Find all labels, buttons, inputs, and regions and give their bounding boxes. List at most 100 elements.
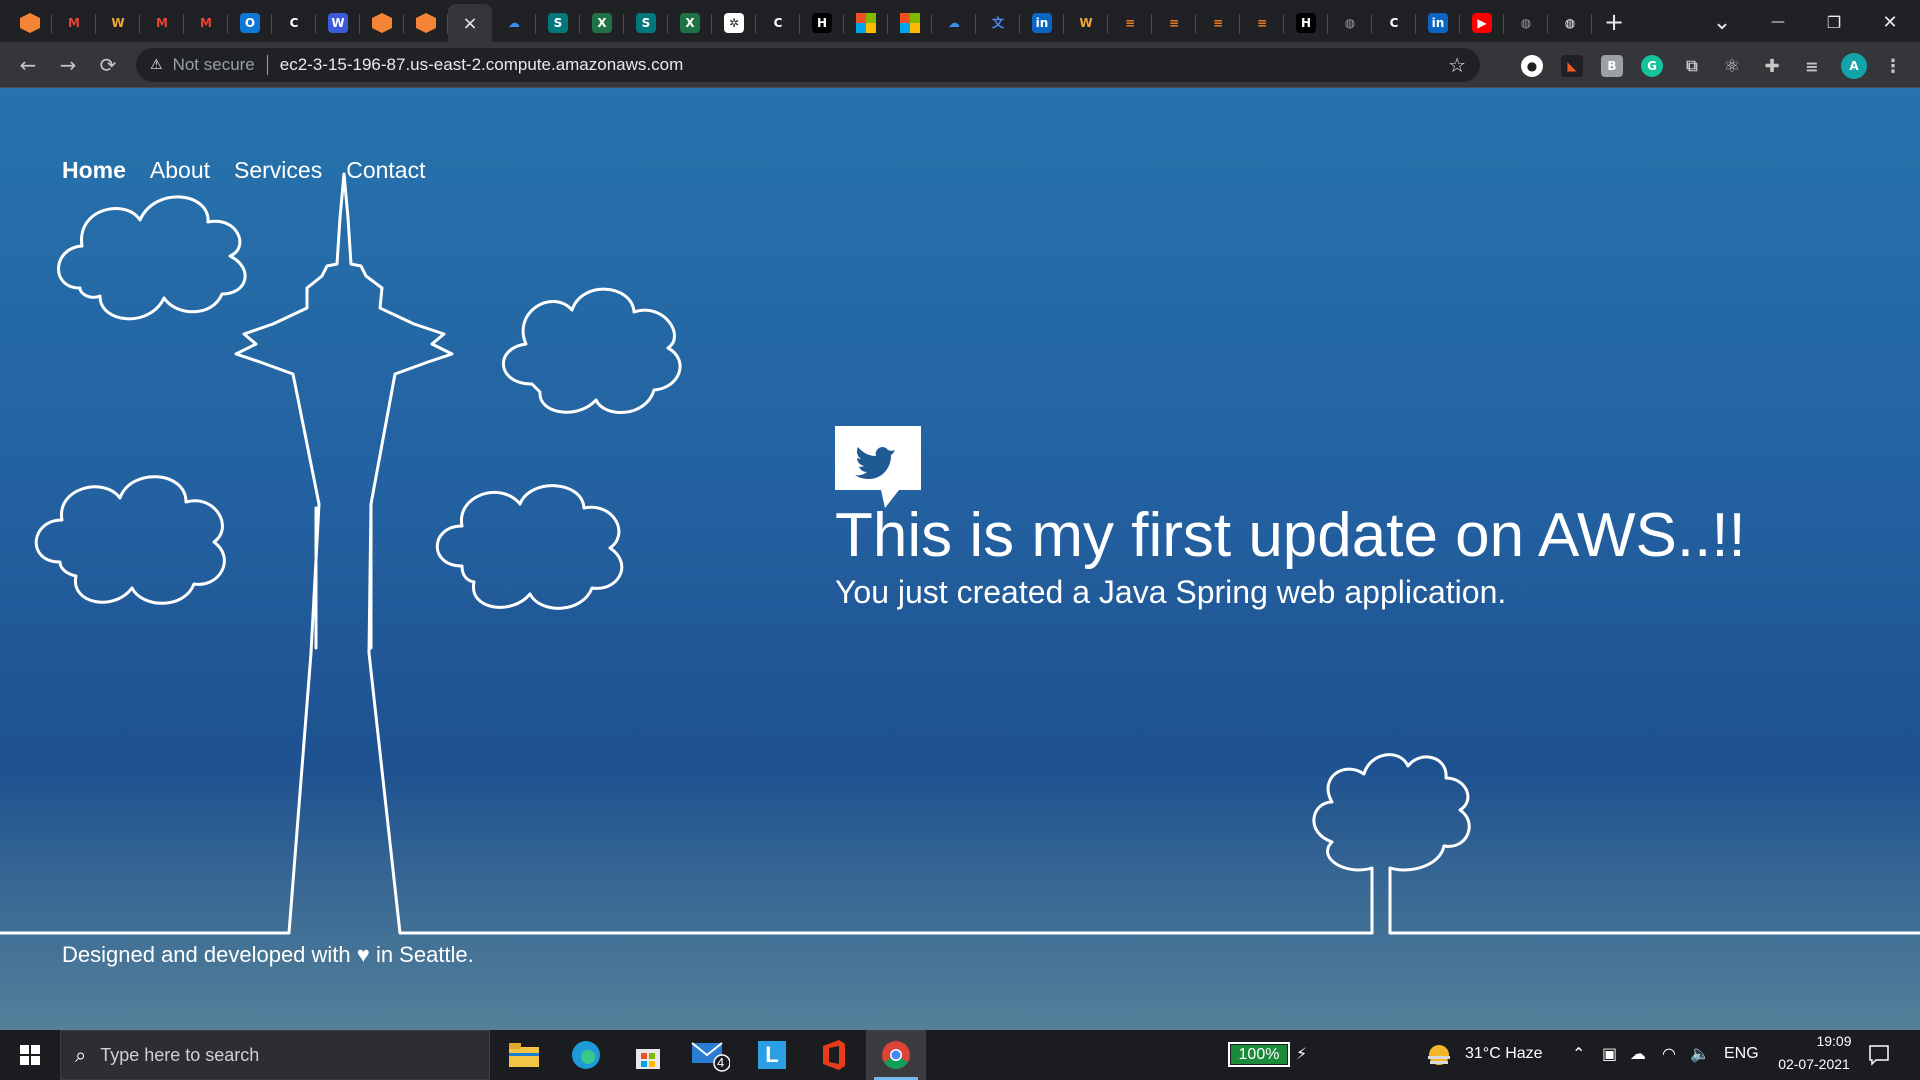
browser-tab[interactable]: ≡ [1240, 4, 1284, 42]
browser-tab[interactable]: ≡ [1152, 4, 1196, 42]
extension-pdf-icon[interactable]: ◣ [1561, 55, 1583, 77]
nav-about[interactable]: About [150, 157, 210, 184]
stackoverflow-icon: ≡ [1208, 13, 1228, 33]
mail-badge: 4 [717, 1055, 725, 1070]
clock-date[interactable]: 02-07-2021 [1770, 1056, 1858, 1072]
browser-tab[interactable]: M [184, 4, 228, 42]
volume-icon[interactable]: 🔈 [1690, 1044, 1710, 1063]
twitter-speech-bubble-icon[interactable] [835, 426, 921, 510]
nav-home[interactable]: Home [62, 157, 126, 184]
nav-services[interactable]: Services [234, 157, 322, 184]
c-icon: C [1384, 13, 1404, 33]
battery-indicator[interactable]: 100% [1228, 1042, 1290, 1067]
browser-tab[interactable]: ✲ [712, 4, 756, 42]
footer-credit: Designed and developed with ♥ in Seattle… [62, 942, 474, 967]
grammarly-icon[interactable]: G [1641, 55, 1663, 77]
onedrive-tray-icon[interactable]: ☁ [1630, 1044, 1646, 1063]
browser-tab[interactable]: C [756, 4, 800, 42]
browser-tab[interactable]: ◍ [1328, 4, 1372, 42]
media-control-icon[interactable]: ≡ [1801, 55, 1823, 77]
mail-app[interactable]: 4 [680, 1030, 740, 1080]
browser-tab[interactable]: ☁ [932, 4, 976, 42]
device-icon[interactable]: ▣ [1602, 1044, 1617, 1063]
browser-tab[interactable]: O [228, 4, 272, 42]
forward-button[interactable]: → [52, 49, 84, 81]
weather-text[interactable]: 31°C Haze [1465, 1045, 1543, 1063]
edge-app[interactable] [556, 1030, 616, 1080]
office-app[interactable] [804, 1030, 864, 1080]
browser-tab[interactable]: H [800, 4, 844, 42]
reload-button[interactable]: ⟳ [92, 49, 124, 81]
sharepoint-icon: S [548, 13, 568, 33]
tray-chevron-up-icon[interactable]: ⌃ [1572, 1044, 1585, 1063]
browser-tab[interactable]: ≡ [1196, 4, 1240, 42]
browser-tab[interactable]: C [272, 4, 316, 42]
profile-avatar[interactable]: A [1841, 53, 1867, 79]
globe-icon: ◍ [1340, 13, 1360, 33]
browser-tab[interactable]: S [536, 4, 580, 42]
security-label[interactable]: Not secure [173, 55, 255, 75]
browser-tab[interactable]: X [580, 4, 624, 42]
taskbar-search-box[interactable]: ⌕ Type here to search [60, 1030, 490, 1080]
edge-icon [572, 1041, 600, 1069]
tab-close-icon[interactable]: × [462, 13, 477, 34]
excel-icon: X [680, 13, 700, 33]
browser-tab[interactable]: ▶ [1460, 4, 1504, 42]
restore-button[interactable]: ❐ [1818, 6, 1850, 38]
clock-time[interactable]: 19:09 [1790, 1033, 1878, 1049]
browser-tab[interactable]: M [52, 4, 96, 42]
browser-tab[interactable]: ≡ [1108, 4, 1152, 42]
browser-menu-icon[interactable]: ⋮ [1882, 55, 1904, 77]
weather-haze-icon[interactable] [1426, 1042, 1452, 1068]
extension-grammar-icon[interactable]: B [1601, 55, 1623, 77]
browser-tab[interactable]: in [1020, 4, 1064, 42]
notifications-icon[interactable] [1868, 1044, 1890, 1066]
browser-tab[interactable]: C [1372, 4, 1416, 42]
url-text[interactable]: ec2-3-15-196-87.us-east-2.compute.amazon… [280, 55, 683, 75]
browser-tab[interactable]: H [1284, 4, 1328, 42]
browser-tab[interactable]: W [316, 4, 360, 42]
back-button[interactable]: ← [12, 49, 44, 81]
l-app[interactable]: L [742, 1030, 802, 1080]
browser-tab[interactable]: W [1064, 4, 1108, 42]
browser-tab[interactable] [404, 4, 448, 42]
web-page: Home About Services Contact This is my f… [0, 88, 1920, 1030]
browser-tab[interactable]: 文 [976, 4, 1020, 42]
minimize-button[interactable]: — [1762, 6, 1794, 38]
browser-tab[interactable]: ☁ [492, 4, 536, 42]
nav-contact[interactable]: Contact [346, 157, 425, 184]
browser-tab[interactable] [888, 4, 932, 42]
browser-tab[interactable]: S [624, 4, 668, 42]
browser-tab[interactable]: in [1416, 4, 1460, 42]
extension-circle-icon[interactable]: ● [1521, 55, 1543, 77]
tab-search-button[interactable]: ⌄ [1706, 6, 1738, 38]
start-button[interactable] [0, 1030, 60, 1080]
extensions-puzzle-icon[interactable]: ✚ [1761, 55, 1783, 77]
browser-tab[interactable]: ◍ [1548, 4, 1592, 42]
address-bar[interactable]: ⚠ Not secure ec2-3-15-196-87.us-east-2.c… [136, 48, 1480, 82]
hackerrank-icon: H [812, 13, 832, 33]
language-indicator[interactable]: ENG [1724, 1045, 1759, 1063]
browser-tab[interactable]: M [140, 4, 184, 42]
aws-icon [372, 13, 392, 33]
browser-tab[interactable]: ◍ [1504, 4, 1548, 42]
onedrive-icon: ☁ [944, 13, 964, 33]
chrome-app[interactable] [866, 1030, 926, 1080]
file-explorer-app[interactable] [494, 1030, 554, 1080]
extension-puzzle-alt-icon[interactable]: ⧉ [1681, 55, 1703, 77]
search-placeholder[interactable]: Type here to search [100, 1045, 259, 1066]
browser-tab[interactable]: X [668, 4, 712, 42]
react-devtools-icon[interactable]: ⚛ [1721, 55, 1743, 77]
browser-tab-active[interactable]: × [448, 4, 492, 42]
bookmark-star-icon[interactable]: ☆ [1448, 53, 1466, 77]
new-tab-button[interactable]: + [1598, 6, 1630, 38]
sharepoint-icon: S [636, 13, 656, 33]
close-window-button[interactable]: ✕ [1874, 6, 1906, 38]
store-app[interactable] [618, 1030, 678, 1080]
warning-icon[interactable]: ⚠ [150, 57, 163, 73]
browser-tab[interactable] [844, 4, 888, 42]
browser-tab[interactable] [8, 4, 52, 42]
browser-tab[interactable] [360, 4, 404, 42]
wifi-icon[interactable]: ◠ [1662, 1044, 1676, 1063]
browser-tab[interactable]: W [96, 4, 140, 42]
